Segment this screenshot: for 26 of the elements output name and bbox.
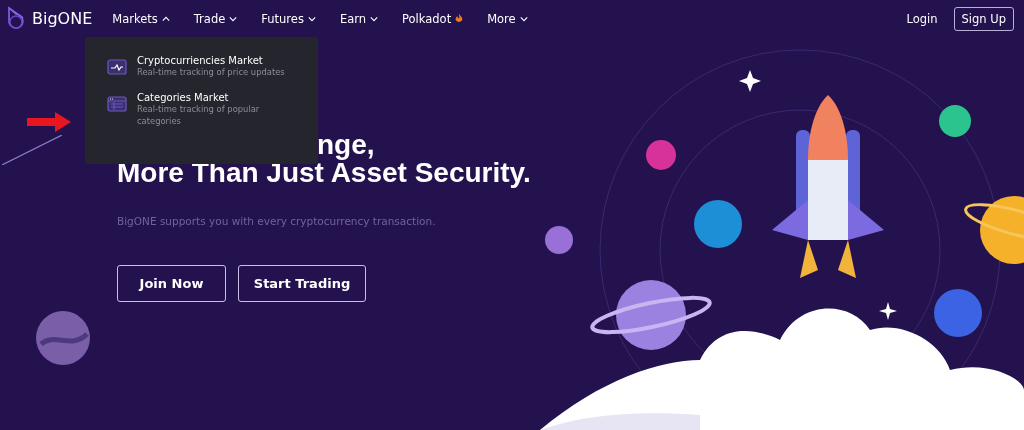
menu-item-description: Real-time tracking of price updates [137, 66, 286, 78]
brand-name[interactable]: BigONE [32, 9, 93, 28]
hero-button[interactable]: Join Now [117, 265, 226, 302]
flame-icon [455, 13, 464, 24]
menu-item-title[interactable]: Cryptocurriencies Market [137, 55, 287, 66]
sign-up-button[interactable]: Sign Up [953, 6, 1014, 31]
nav-link[interactable]: Polkadot [390, 11, 476, 26]
arrow-icon [27, 112, 71, 132]
login-link[interactable]: Login [906, 11, 938, 26]
nav-link[interactable]: Earn [327, 11, 391, 26]
list-window-icon [107, 96, 127, 112]
hero-button[interactable]: Start Trading [238, 265, 366, 302]
caret-icon [307, 15, 316, 22]
caret-icon [370, 15, 379, 22]
caret-icon [161, 15, 170, 22]
subtitle: BigONE supports you with every cryptocurrency transaction. [117, 215, 437, 227]
nav-link[interactable]: More [475, 11, 540, 26]
chart-icon [107, 59, 127, 75]
menu-item-title[interactable]: Categories Market [137, 92, 287, 103]
nav-link[interactable]: Trade [181, 11, 250, 26]
menu-item-description: Real-time tracking of popular categories [137, 103, 261, 127]
caret-icon [229, 15, 238, 22]
nav-link[interactable]: Markets [100, 11, 182, 26]
planet-icon [35, 310, 91, 366]
caret-icon [519, 15, 528, 22]
nav-link[interactable]: Futures [249, 11, 328, 26]
